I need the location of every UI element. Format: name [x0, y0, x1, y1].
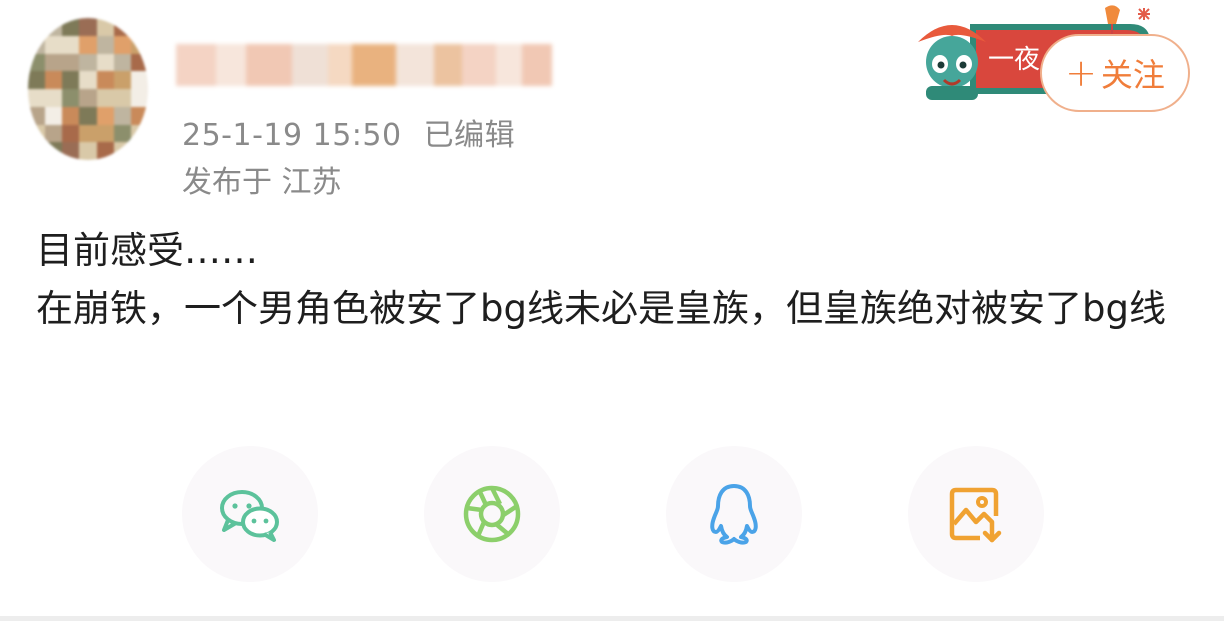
banner-text: 一夜	[988, 45, 1040, 75]
moments-icon	[463, 485, 521, 543]
username[interactable]	[176, 44, 556, 86]
divider	[0, 616, 1224, 621]
share-wechat-button[interactable]	[182, 446, 318, 582]
share-moments-button[interactable]	[424, 446, 560, 582]
wechat-icon	[220, 490, 279, 542]
save-image-icon	[949, 487, 1002, 543]
post-location: 发布于 江苏	[182, 165, 342, 200]
plus-icon: +	[1065, 51, 1097, 95]
qq-icon	[710, 484, 758, 545]
post-body: 目前感受…… 在崩铁，一个男角色被安了bg线未必是皇族，但皇族绝对被安了bg线	[36, 229, 1166, 330]
post-meta: 25-1-19 15:50 已编辑	[182, 110, 515, 154]
avatar[interactable]	[28, 18, 148, 160]
post-timestamp: 25-1-19 15:50	[182, 118, 402, 153]
edited-label: 已编辑	[423, 118, 516, 153]
save-image-button[interactable]	[908, 446, 1044, 582]
avatar-mosaic	[28, 18, 148, 160]
share-bar	[0, 446, 1224, 586]
follow-button[interactable]: + 关注	[1040, 34, 1190, 112]
follow-label: 关注	[1100, 56, 1165, 94]
share-qq-button[interactable]	[666, 446, 802, 582]
